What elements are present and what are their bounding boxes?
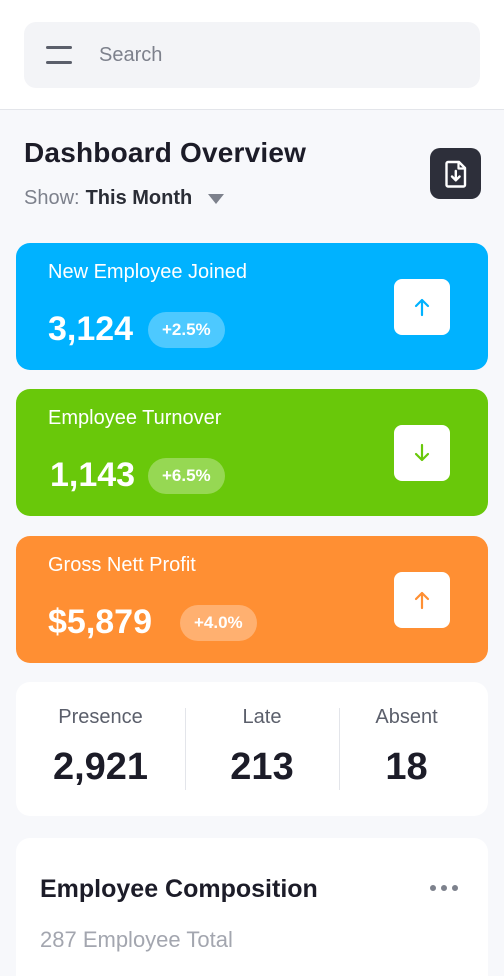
page-title: Dashboard Overview	[24, 137, 307, 168]
attendance-summary: Presence 2,921 Late 213 Absent 18	[16, 682, 488, 816]
attendance-absent: Absent 18	[339, 682, 474, 816]
stat-card-change-badge: +2.5%	[148, 312, 225, 348]
employee-composition-card: Employee Composition 287 Employee Total	[16, 838, 488, 976]
stat-card-value: $5,879	[48, 603, 152, 641]
section-title: Employee Composition	[40, 875, 318, 903]
search-input[interactable]	[99, 43, 429, 67]
attendance-presence: Presence 2,921	[16, 682, 185, 816]
trend-button[interactable]	[394, 425, 450, 481]
stat-card-employee-turnover[interactable]: Employee Turnover 1,143 +6.5%	[16, 389, 488, 516]
search-bar[interactable]	[24, 22, 480, 88]
attendance-label: Absent	[375, 706, 438, 728]
employee-total: 287 Employee Total	[40, 927, 233, 952]
arrow-up-icon	[414, 298, 430, 317]
stat-card-value: 3,124	[48, 310, 134, 348]
top-bar	[0, 0, 504, 110]
attendance-label: Presence	[58, 706, 143, 728]
file-download-icon	[444, 160, 466, 188]
period-selector-label: Show:	[24, 187, 80, 209]
stat-card-label: Gross Nett Profit	[48, 554, 196, 576]
period-selector[interactable]: Show: This Month	[24, 187, 225, 210]
trend-button[interactable]	[394, 572, 450, 628]
stat-card-change-badge: +6.5%	[148, 458, 225, 494]
trend-button[interactable]	[394, 279, 450, 335]
arrow-up-icon	[414, 591, 430, 610]
attendance-value: 2,921	[52, 746, 149, 788]
attendance-label: Late	[242, 706, 282, 728]
stat-card-label: Employee Turnover	[48, 407, 222, 429]
download-report-button[interactable]	[430, 148, 481, 199]
attendance-value: 213	[230, 746, 294, 788]
stat-card-change-badge: +4.0%	[180, 605, 257, 641]
stat-card-gross-nett-profit[interactable]: Gross Nett Profit $5,879 +4.0%	[16, 536, 488, 663]
hamburger-menu-icon[interactable]	[46, 46, 72, 64]
attendance-value: 18	[385, 746, 428, 788]
arrow-down-icon	[414, 443, 430, 462]
chevron-down-icon	[208, 193, 225, 204]
more-horizontal-icon[interactable]	[430, 885, 458, 891]
period-selector-value: This Month	[85, 187, 193, 209]
stat-card-value: 1,143	[50, 456, 136, 494]
attendance-late: Late 213	[185, 682, 339, 816]
stat-card-new-employee[interactable]: New Employee Joined 3,124 +2.5%	[16, 243, 488, 370]
stat-card-label: New Employee Joined	[48, 261, 247, 283]
